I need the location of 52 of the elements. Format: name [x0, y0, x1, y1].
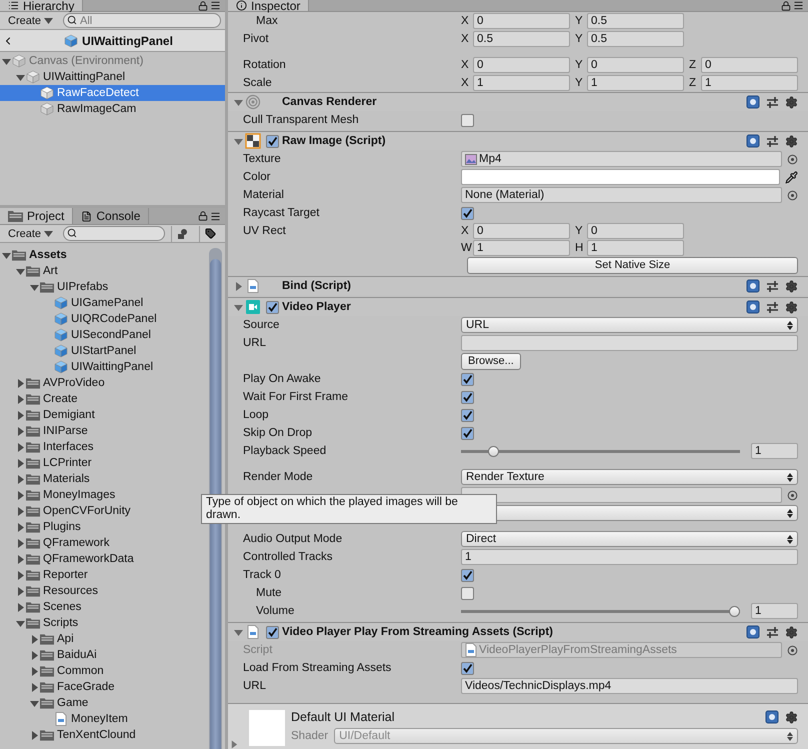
component-title: Raw Image (Script) — [282, 135, 386, 147]
property-label: Rotation — [243, 59, 287, 71]
property-label: Source — [243, 319, 280, 331]
property-label: URL — [243, 337, 268, 349]
axis-label: W — [461, 242, 473, 254]
material-title: Default UI Material — [291, 710, 395, 724]
property-label: Pivot — [243, 33, 270, 45]
property-label: Audio Output Mode — [243, 533, 344, 545]
component-title: Video Player Play From Streaming Assets (Script) — [282, 626, 553, 638]
property-label: Texture — [243, 153, 282, 165]
axis-label: X — [461, 59, 470, 71]
property-label: Playback Speed — [243, 445, 328, 457]
axis-label: Y — [575, 59, 584, 71]
property-label: Controlled Tracks — [243, 551, 334, 563]
property-label: Raycast Target — [243, 207, 320, 219]
axis-label: Z — [689, 77, 698, 89]
field-value: None (Material) — [465, 188, 544, 202]
property-label: Skip On Drop — [243, 427, 314, 439]
property-label: Color — [243, 171, 272, 183]
axis-label: Y — [575, 33, 584, 45]
property-label: UV Rect — [243, 225, 287, 237]
property-label: Max — [255, 15, 279, 27]
property-label: Render Mode — [243, 471, 314, 483]
property-label: Script — [243, 644, 274, 656]
axis-label: Y — [575, 15, 584, 27]
property-label: Play On Awake — [243, 373, 322, 385]
property-label: Cull Transparent Mesh — [243, 114, 360, 126]
component-title: Video Player — [282, 301, 351, 313]
axis-label: X — [461, 225, 470, 237]
field-value: VideoPlayerPlayFromStreamingAssets — [479, 643, 677, 657]
property-label: URL — [243, 680, 268, 692]
property-label: Track 0 — [243, 569, 282, 581]
property-label: Volume — [255, 605, 296, 617]
property-label: Mute — [255, 587, 283, 599]
property-label: Wait For First Frame — [243, 391, 349, 403]
tooltip: Type of object on which the played images will be drawn. — [201, 494, 497, 524]
scene-title: UIWaittingPanel — [82, 34, 173, 48]
axis-label: X — [461, 33, 470, 45]
component-title: Bind (Script) — [282, 280, 351, 292]
axis-label: Z — [689, 59, 698, 71]
property-label: Scale — [243, 77, 273, 89]
property-label: Material — [243, 189, 285, 201]
axis-label: X — [461, 15, 470, 27]
axis-label: H — [575, 242, 584, 254]
axis-label: X — [461, 77, 470, 89]
shader-label: Shader — [291, 730, 328, 742]
property-label: Loop — [243, 409, 270, 421]
axis-label: Y — [575, 77, 584, 89]
component-title: Canvas Renderer — [282, 96, 377, 108]
axis-label: Y — [575, 225, 584, 237]
field-value: Mp4 — [479, 152, 502, 166]
property-label: Load From Streaming Assets — [243, 662, 392, 674]
